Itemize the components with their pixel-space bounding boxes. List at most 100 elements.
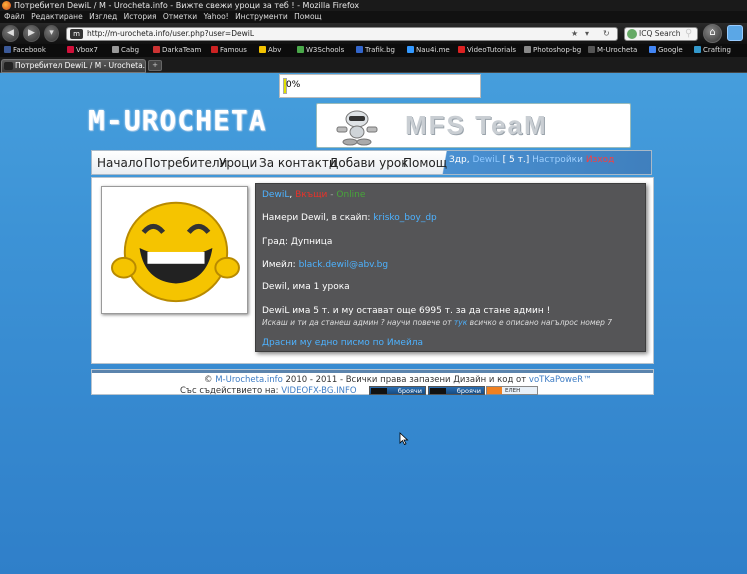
- tab-active[interactable]: Потребител DewiL / M - Urocheta.in...: [1, 59, 146, 73]
- new-tab-button[interactable]: +: [148, 60, 162, 71]
- footer-site-link[interactable]: M-Urocheta.info: [215, 375, 283, 385]
- back-button[interactable]: ◀: [2, 25, 19, 42]
- bookmark-favicon-icon: [211, 46, 218, 53]
- magnifier-icon[interactable]: ⚲: [685, 28, 692, 39]
- footer-partner-link[interactable]: VIDEOFX-BG.INFO: [281, 386, 356, 396]
- skype-link[interactable]: krisko_boy_dp: [373, 213, 436, 223]
- menu-item-edit[interactable]: Редактиране: [31, 11, 83, 23]
- profile-panel: DewiL, Вкъщи - Online Намери Dewil, в ск…: [255, 183, 646, 352]
- menu-item-bookmarks[interactable]: Отметки: [163, 11, 197, 23]
- bookmark-favicon-icon: [356, 46, 363, 53]
- forward-button[interactable]: ▶: [23, 25, 40, 42]
- admin-hint: Искаш и ти да станеш админ ? научи повеч…: [262, 318, 613, 327]
- site-favicon: m: [70, 29, 83, 39]
- main-navigation: Начало Потребители Уроци За контакти Доб…: [91, 150, 652, 175]
- icq-toolbar-icon[interactable]: [727, 25, 743, 41]
- admin-hint-link[interactable]: тук: [454, 318, 467, 327]
- bookmark-item[interactable]: Google: [649, 44, 683, 57]
- tab-strip: Потребител DewiL / M - Urocheta.in... +: [0, 57, 747, 73]
- profile-status-online: Online: [336, 190, 366, 200]
- banner-title: MFS TeaM: [405, 110, 548, 140]
- nav-link-lessons[interactable]: Уроци: [219, 156, 257, 170]
- menu-item-yahoo[interactable]: Yahoo!: [204, 11, 229, 23]
- reload-icon[interactable]: ↻: [603, 28, 610, 40]
- menu-item-history[interactable]: История: [124, 11, 157, 23]
- footer-partners: Със съдействието на: VIDEOFX-BG.INFO: [180, 386, 357, 396]
- icq-search-icon: [627, 29, 637, 39]
- profile-status-away: Вкъщи: [295, 190, 328, 200]
- skype-label: Намери Dewil, в скайп:: [262, 213, 371, 223]
- bookmark-favicon-icon: [649, 46, 656, 53]
- tab-label: Потребител DewiL / M - Urocheta.in...: [15, 61, 146, 70]
- nav-link-users[interactable]: Потребители: [144, 156, 227, 170]
- profile-email-line: Имейл: black.dewil@abv.bg: [262, 260, 388, 270]
- window-titlebar: Потребител DewiL / M - Urocheta.info - В…: [0, 0, 747, 11]
- bookmark-item[interactable]: Facebook: [4, 44, 46, 57]
- rating-badge[interactable]: ЕЛЕН: [486, 386, 538, 395]
- mouse-cursor-icon: [399, 432, 409, 445]
- tab-favicon-icon: [4, 62, 13, 70]
- nav-link-home[interactable]: Начало: [97, 156, 143, 170]
- profile-name-line: DewiL, Вкъщи - Online: [262, 190, 366, 200]
- bookmark-item[interactable]: Photoshop-bg: [524, 44, 581, 57]
- bookmark-item[interactable]: Vbox7: [67, 44, 98, 57]
- hit-counter-badge[interactable]: броячи: [428, 386, 485, 395]
- bookmark-star-icon[interactable]: ★: [571, 28, 578, 40]
- footer-stripe: [92, 370, 653, 373]
- bookmark-favicon-icon: [588, 46, 595, 53]
- nav-link-contacts[interactable]: За контакти: [259, 156, 337, 170]
- footer-copyright: © M-Urocheta.info 2010 - 2011 - Всички п…: [204, 375, 592, 385]
- menu-item-tools[interactable]: Инструменти: [235, 11, 288, 23]
- profile-name[interactable]: DewiL: [262, 190, 289, 200]
- bookmark-favicon-icon: [259, 46, 266, 53]
- bookmark-favicon-icon: [694, 46, 701, 53]
- team-banner[interactable]: MFS TeaM: [316, 103, 631, 148]
- address-url: http://m-urocheta.info/user.php?user=Dew…: [87, 29, 254, 38]
- bookmarks-toolbar: Facebook Vbox7 Cabg DarkaTeam Famous Abv…: [0, 44, 747, 57]
- avatar: [101, 186, 248, 314]
- bookmark-item[interactable]: Abv: [259, 44, 281, 57]
- progress-text: 0%: [286, 80, 301, 90]
- footer-author-link[interactable]: voTKaPoweR™: [529, 375, 592, 385]
- send-mail-link[interactable]: Драсни му едно писмо по Имейла: [262, 338, 423, 348]
- home-button[interactable]: ⌂: [703, 24, 722, 43]
- bookmark-item[interactable]: W3Schools: [297, 44, 344, 57]
- bookmark-item[interactable]: Nau4i.me: [407, 44, 450, 57]
- logout-link[interactable]: Изход: [586, 155, 615, 165]
- menu-item-help[interactable]: Помощ: [294, 11, 322, 23]
- nav-link-help[interactable]: Помощ: [403, 156, 447, 170]
- bookmark-item[interactable]: Famous: [211, 44, 247, 57]
- user-points: [ 5 т.]: [502, 155, 530, 165]
- bookmark-favicon-icon: [407, 46, 414, 53]
- bookmark-item[interactable]: DarkaTeam: [153, 44, 201, 57]
- bookmark-item[interactable]: Trafik.bg: [356, 44, 395, 57]
- menu-item-file[interactable]: Файл: [4, 11, 25, 23]
- email-label: Имейл:: [262, 260, 296, 270]
- address-bar[interactable]: m http://m-urocheta.info/user.php?user=D…: [66, 27, 618, 41]
- history-dropdown-button[interactable]: ▾: [44, 25, 59, 42]
- bookmark-item[interactable]: Crafting: [694, 44, 731, 57]
- profile-lessons-count: Dewil, има 1 урока: [262, 282, 350, 292]
- bookmark-favicon-icon: [112, 46, 119, 53]
- search-placeholder: ICQ Search: [639, 29, 681, 38]
- menu-item-view[interactable]: Изглед: [89, 11, 117, 23]
- user-name-link[interactable]: DewiL: [472, 155, 499, 165]
- page-footer: © M-Urocheta.info 2010 - 2011 - Всички п…: [91, 369, 654, 396]
- bookmark-item[interactable]: Cabg: [112, 44, 139, 57]
- loading-progress: 0%: [279, 74, 481, 98]
- site-logo[interactable]: M-UROCHETA: [88, 104, 267, 137]
- counter-graph-icon: [430, 388, 446, 394]
- bookmark-item[interactable]: M-Urocheta: [588, 44, 637, 57]
- hit-counter-badge[interactable]: броячи: [369, 386, 426, 395]
- nav-link-add-lesson[interactable]: Добави урок: [329, 156, 408, 170]
- bookmark-favicon-icon: [297, 46, 304, 53]
- greeting-text: Здр,: [449, 155, 470, 165]
- url-dropdown-icon[interactable]: ▾: [585, 28, 589, 40]
- bookmark-favicon-icon: [67, 46, 74, 53]
- bookmark-item[interactable]: VideoTutorials: [458, 44, 516, 57]
- bookmark-favicon-icon: [153, 46, 160, 53]
- firefox-icon: [2, 1, 11, 10]
- menu-bar: Файл Редактиране Изглед История Отметки …: [0, 11, 747, 23]
- settings-link[interactable]: Настройки: [532, 155, 583, 165]
- email-link[interactable]: black.dewil@abv.bg: [299, 260, 389, 270]
